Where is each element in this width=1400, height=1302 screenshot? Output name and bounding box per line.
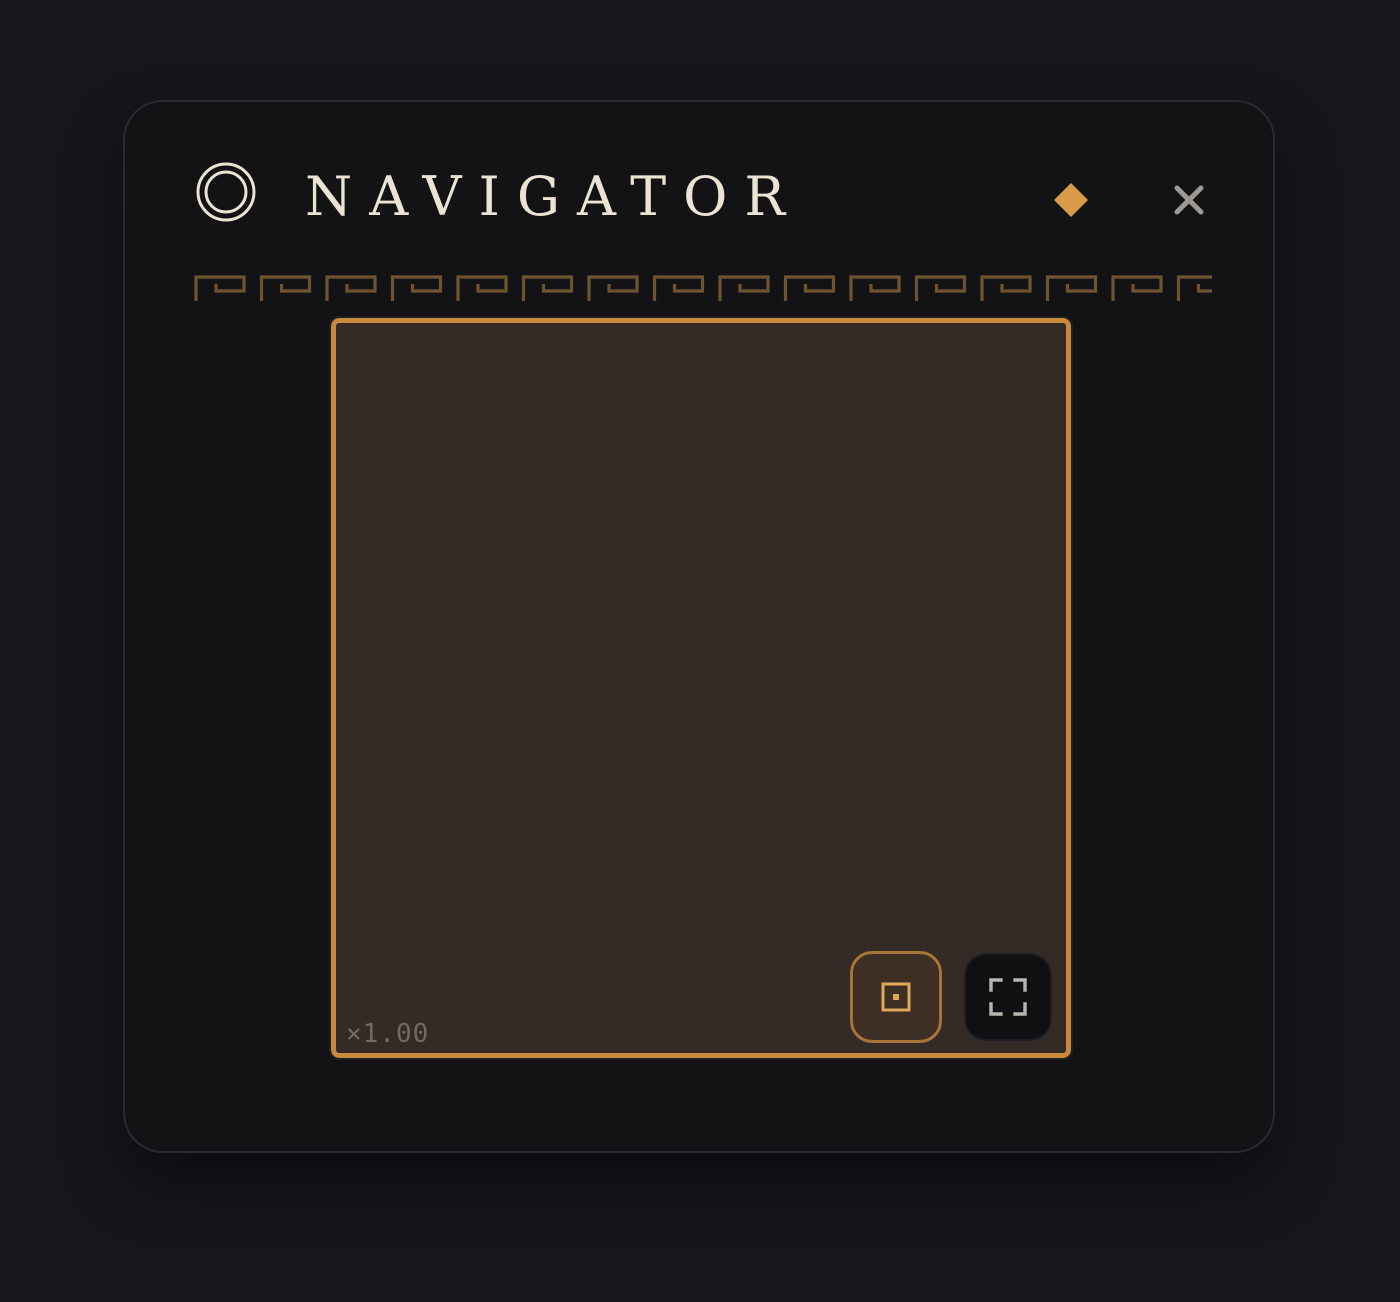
diamond-icon[interactable] — [1051, 180, 1091, 220]
minimap-viewport[interactable]: ×1.00 — [329, 316, 1073, 1060]
close-button[interactable] — [1165, 178, 1213, 222]
panel-title: NAVIGATOR — [305, 165, 803, 228]
navigator-panel: NAVIGATOR ×1.00 — [123, 100, 1275, 1153]
fullscreen-button[interactable] — [964, 953, 1052, 1041]
close-icon — [1174, 185, 1204, 215]
target-square-icon — [881, 982, 911, 1012]
fullscreen-corners-icon — [989, 978, 1027, 1016]
center-view-button[interactable] — [850, 951, 942, 1043]
greek-key-divider — [194, 274, 1212, 302]
concentric-circles-icon — [196, 162, 256, 222]
zoom-readout: ×1.00 — [346, 1019, 430, 1049]
